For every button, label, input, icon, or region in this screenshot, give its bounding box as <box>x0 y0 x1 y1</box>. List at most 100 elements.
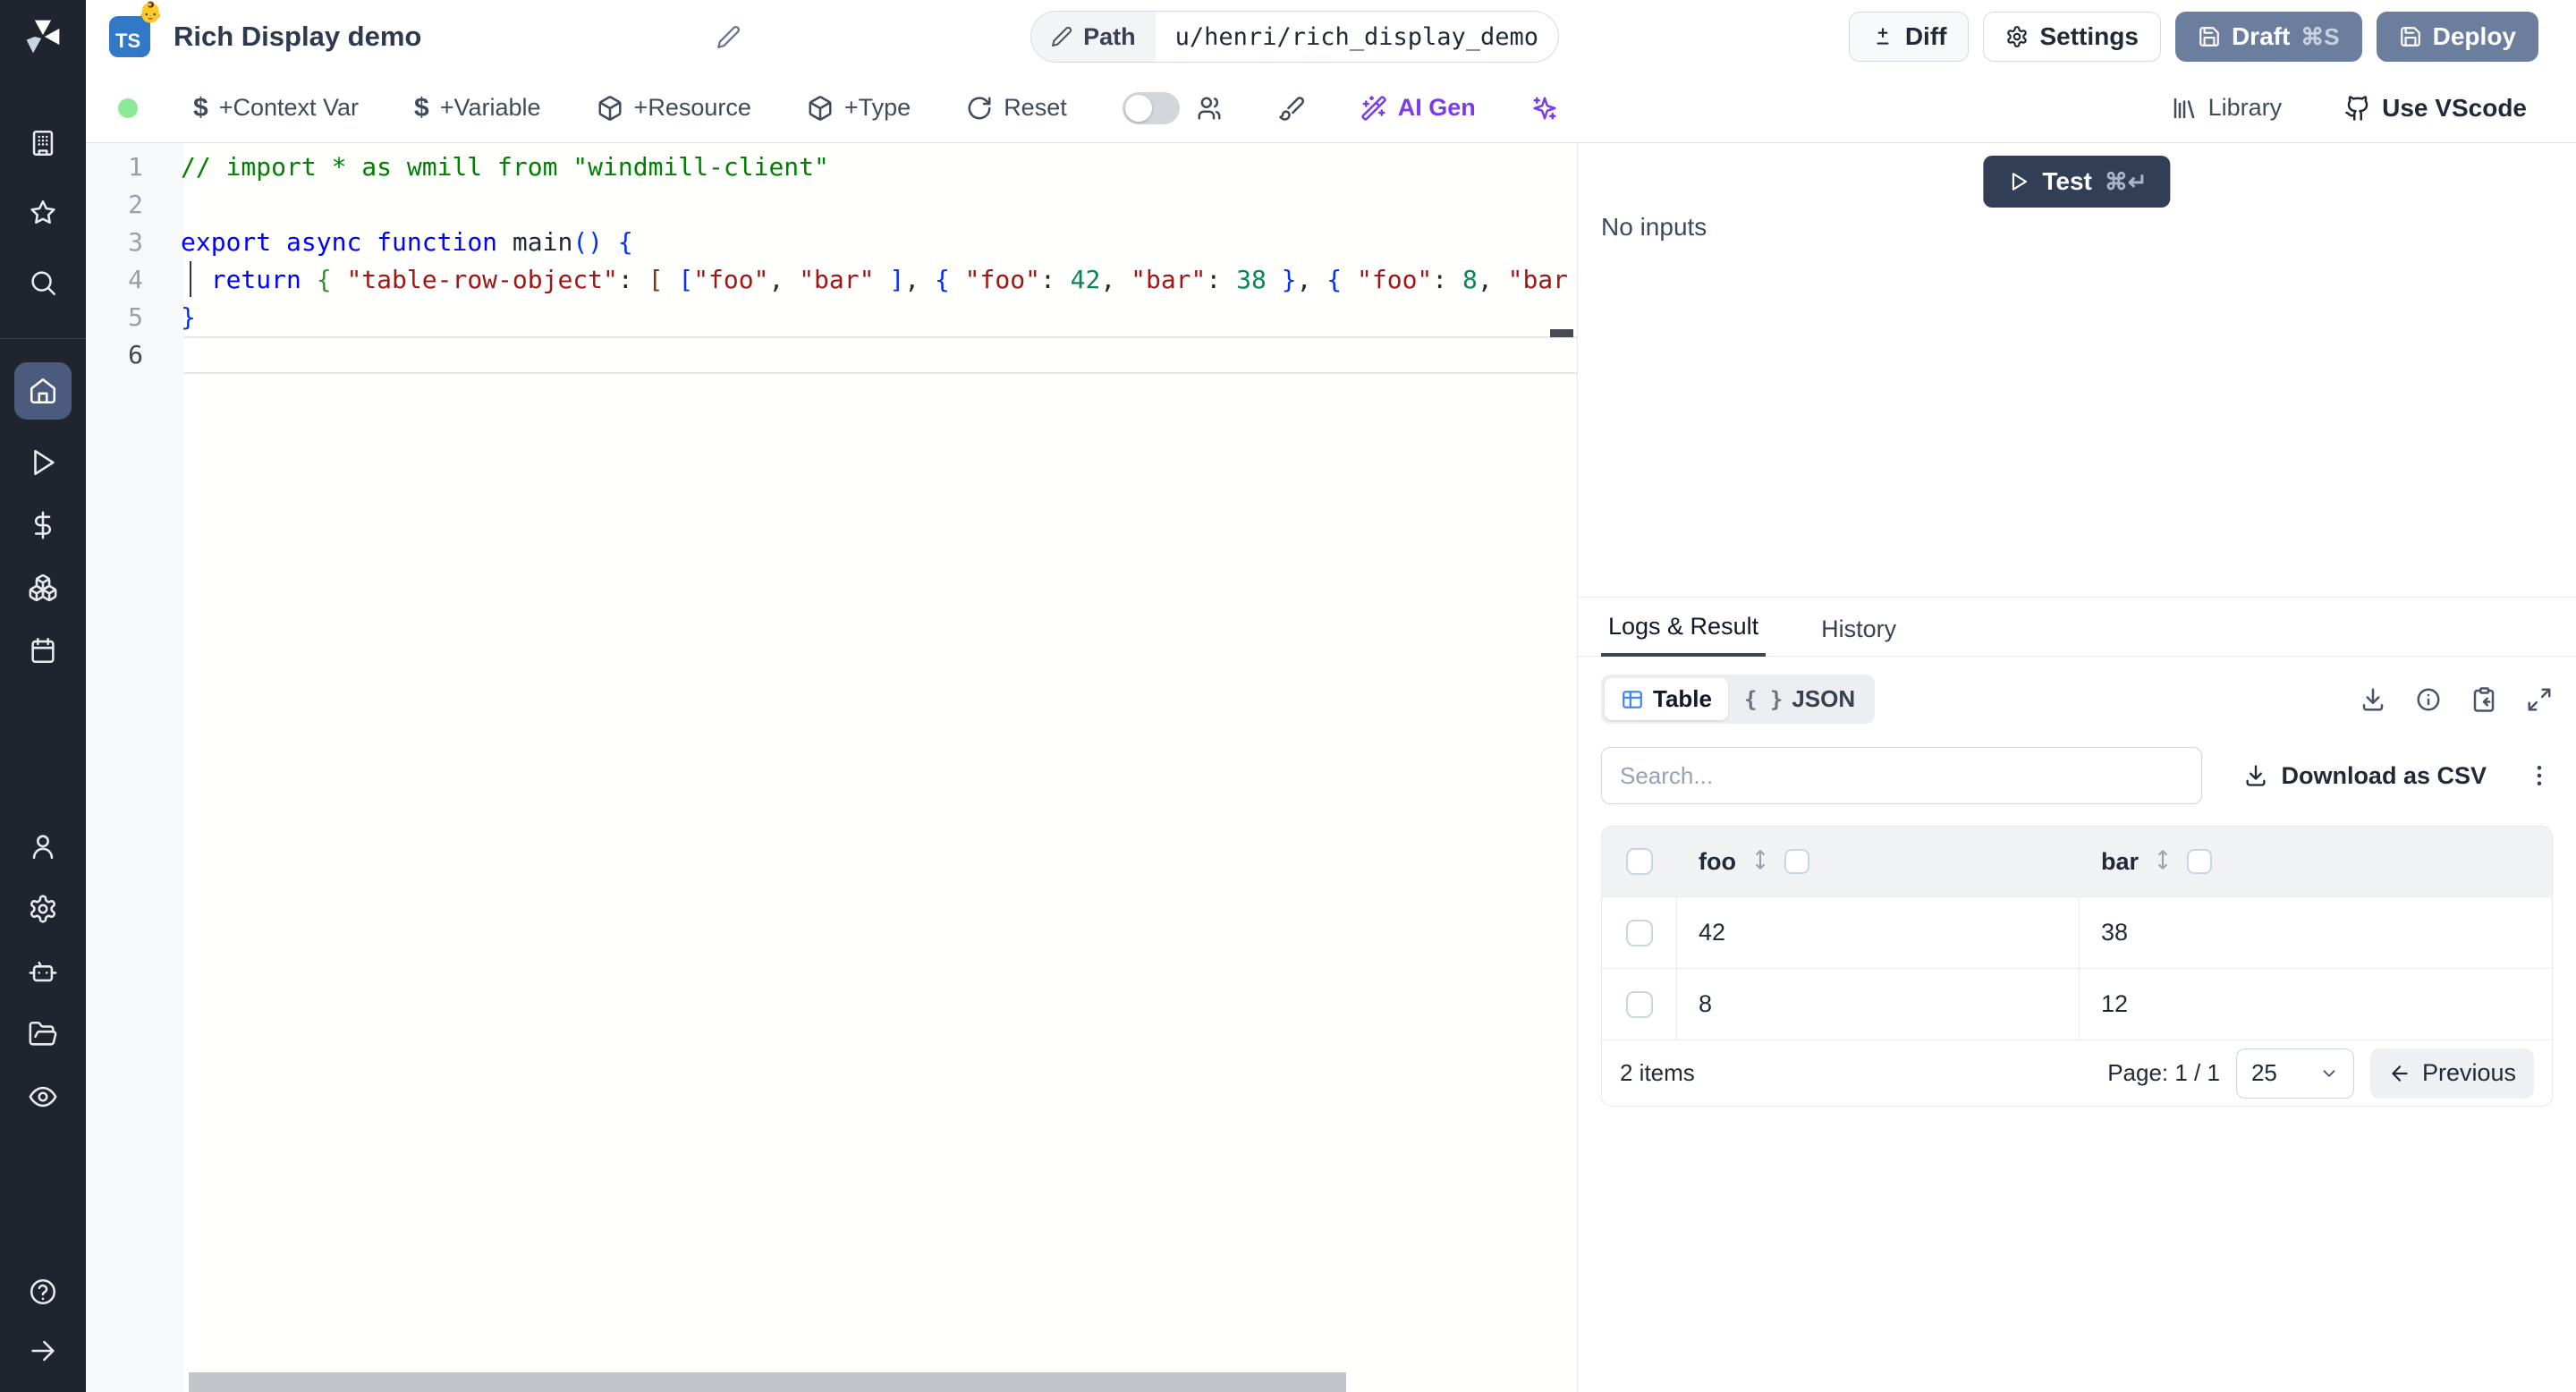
collab-group <box>1123 92 1223 124</box>
tab-history[interactable]: History <box>1814 615 1903 656</box>
sidebar-item-audit-logs[interactable] <box>23 1077 63 1116</box>
test-label: Test <box>2042 167 2092 196</box>
code-token <box>663 265 678 294</box>
column-toggle-checkbox[interactable] <box>2187 849 2212 874</box>
table-options-menu[interactable] <box>2526 762 2553 789</box>
draft-label: Draft <box>2232 22 2290 51</box>
workspace-icon[interactable] <box>23 123 63 163</box>
line-number: 1 <box>86 149 143 186</box>
search-icon[interactable] <box>23 263 63 302</box>
column-toggle-checkbox[interactable] <box>1784 849 1809 874</box>
diff-button[interactable]: Diff <box>1849 12 1970 62</box>
line-number: 5 <box>86 299 143 336</box>
copy-to-clipboard-icon[interactable] <box>2470 686 2497 713</box>
table-icon <box>1621 688 1644 711</box>
page-title: Rich Display demo <box>174 21 421 53</box>
format-button[interactable] <box>1278 95 1305 122</box>
use-vscode-button[interactable]: Use VScode <box>2344 94 2527 123</box>
test-button[interactable]: Test ⌘↵ <box>1983 156 2170 208</box>
info-icon[interactable] <box>2415 686 2442 713</box>
typescript-badge-label: TS <box>109 30 140 57</box>
path-pill[interactable]: Path u/henri/rich_display_demo <box>1030 11 1559 63</box>
table-row[interactable]: 812 <box>1602 968 2552 1040</box>
tab-logs-result[interactable]: Logs & Result <box>1601 613 1766 657</box>
sidebar-item-home[interactable] <box>14 362 72 420</box>
sidebar-item-resources[interactable] <box>23 568 63 607</box>
package-icon <box>597 95 623 122</box>
sidebar-item-users[interactable] <box>23 827 63 866</box>
row-checkbox[interactable] <box>1626 920 1653 946</box>
code-token: , <box>1297 265 1327 294</box>
help-icon[interactable] <box>23 1272 63 1311</box>
code-token: : <box>618 265 648 294</box>
favorites-star-icon[interactable] <box>23 193 63 233</box>
code-token: "foo" <box>965 265 1040 294</box>
view-toggle-json[interactable]: { } JSON <box>1728 678 1871 720</box>
code-line[interactable]: 4 return { "table-row-object": [ ["foo",… <box>86 261 1577 299</box>
download-result-icon[interactable] <box>2360 686 2386 713</box>
download-csv-button[interactable]: Download as CSV <box>2243 762 2487 790</box>
dollar-icon: $ <box>193 93 208 123</box>
ai-gen-button[interactable]: AI Gen <box>1360 94 1476 122</box>
draft-button[interactable]: Draft ⌘S <box>2175 12 2362 62</box>
table-row[interactable]: 4238 <box>1602 896 2552 968</box>
line-number: 3 <box>86 224 143 261</box>
editor-horizontal-scrollbar[interactable] <box>189 1372 1346 1392</box>
code-token: [ <box>678 265 693 294</box>
row-checkbox[interactable] <box>1626 991 1653 1018</box>
code-line[interactable]: 1 // import * as wmill from "windmill-cli… <box>86 149 1577 186</box>
windmill-logo[interactable] <box>0 0 86 73</box>
toggle-knob <box>1125 95 1152 122</box>
expand-sidebar-icon[interactable] <box>23 1331 63 1371</box>
add-type-button[interactable]: +Type <box>807 94 911 122</box>
select-all-checkbox[interactable] <box>1626 848 1653 875</box>
code-line[interactable]: 3export async function main() { <box>86 224 1577 261</box>
result-table: foobar 4238812 2 items Page: 1 / 1 25 <box>1601 826 2553 1107</box>
reset-button[interactable]: Reset <box>966 94 1067 122</box>
main-area: TS 👶 Rich Display demo Path u/henri/rich… <box>86 0 2576 1392</box>
items-count: 2 items <box>1620 1059 1695 1087</box>
previous-page-button[interactable]: Previous <box>2370 1048 2534 1099</box>
view-toggle-table[interactable]: Table <box>1605 678 1728 720</box>
page-size-select[interactable]: 25 <box>2236 1048 2354 1099</box>
add-resource-button[interactable]: +Resource <box>597 94 751 122</box>
left-sidebar <box>0 0 86 1392</box>
result-search-input[interactable] <box>1601 747 2202 804</box>
edit-summary-button[interactable] <box>716 25 741 49</box>
code-editor[interactable]: 1 // import * as wmill from "windmill-cli… <box>86 143 1577 1392</box>
sidebar-item-folders[interactable] <box>23 1014 63 1054</box>
code-token: // import * as wmill from "windmill-clie… <box>181 152 829 182</box>
ai-sparkles-button[interactable] <box>1531 95 1558 122</box>
add-context-var-button[interactable]: $ +Context Var <box>193 93 359 123</box>
sort-column-icon[interactable] <box>2151 848 2174 876</box>
code-line[interactable]: 5} <box>86 299 1577 336</box>
context-var-label: +Context Var <box>219 94 359 122</box>
settings-button[interactable]: Settings <box>1983 12 2160 62</box>
gear-icon <box>2005 25 2029 48</box>
code-token: 42 <box>1071 265 1101 294</box>
code-line[interactable]: 6 <box>86 336 1577 374</box>
add-variable-button[interactable]: $ +Variable <box>414 93 541 123</box>
path-label: Path <box>1083 23 1136 51</box>
typescript-badge[interactable]: TS 👶 <box>109 16 150 57</box>
expand-fullscreen-icon[interactable] <box>2526 686 2553 713</box>
library-button[interactable]: Library <box>2171 94 2283 122</box>
users-icon[interactable] <box>1196 95 1223 122</box>
deploy-button[interactable]: Deploy <box>2377 12 2538 62</box>
code-line[interactable]: 2 <box>86 186 1577 224</box>
editor-code-area[interactable]: 1 // import * as wmill from "windmill-cli… <box>86 149 1577 374</box>
reset-label: Reset <box>1004 94 1067 122</box>
sidebar-item-schedules[interactable] <box>23 631 63 670</box>
sidebar-item-variables[interactable] <box>23 505 63 545</box>
code-token: "bar <box>1508 265 1568 294</box>
code-token: , <box>904 265 935 294</box>
collab-toggle[interactable] <box>1123 92 1180 124</box>
path-edit-section[interactable]: Path <box>1031 12 1156 62</box>
sidebar-item-runs[interactable] <box>23 443 63 482</box>
code-token <box>875 265 890 294</box>
download-icon <box>2243 763 2268 788</box>
sort-column-icon[interactable] <box>1749 848 1772 876</box>
sidebar-item-workers[interactable] <box>23 952 63 991</box>
sidebar-item-settings[interactable] <box>23 889 63 929</box>
braces-icon: { } <box>1744 687 1783 712</box>
